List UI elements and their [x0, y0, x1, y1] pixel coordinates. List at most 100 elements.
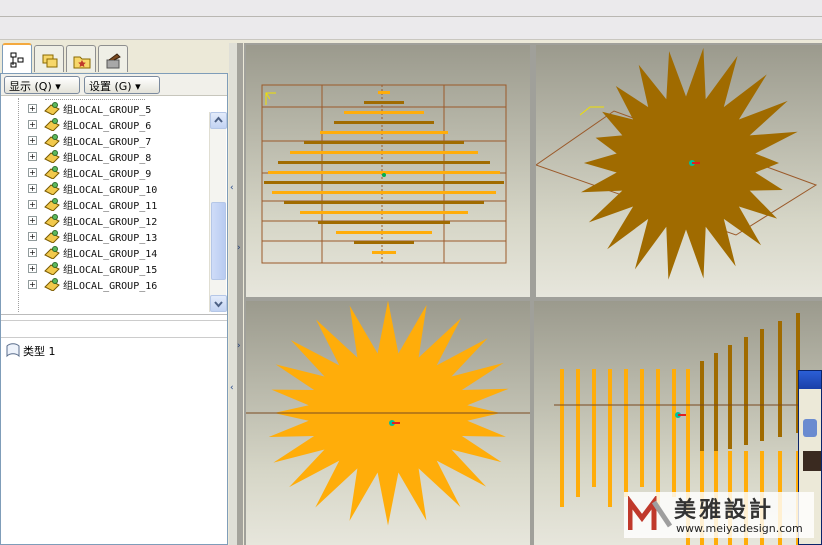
group-icon	[44, 278, 60, 291]
model-tree: + 组LOCAL_GROUP_5 + 组LOCAL_GROUP_6 + 组LOCAL_GR…	[1, 98, 209, 312]
tree-row[interactable]: + 组LOCAL_GROUP_8	[1, 148, 209, 164]
slice-bar-side	[760, 329, 764, 441]
slice-bar	[336, 231, 432, 234]
group-icon	[44, 262, 60, 275]
tree-item-label: 组LOCAL_GROUP_14	[63, 249, 158, 260]
expand-icon[interactable]: +	[28, 120, 37, 129]
viewport-isometric[interactable]	[536, 45, 822, 297]
tree-item-label: 组LOCAL_GROUP_5	[63, 105, 152, 116]
tab-favorites[interactable]	[66, 45, 96, 72]
group-icon	[44, 118, 60, 131]
slice-bar	[278, 161, 490, 164]
expand-icon[interactable]: +	[28, 264, 37, 273]
favorites-folder-icon	[73, 56, 91, 69]
tree-row[interactable]: + 组LOCAL_GROUP_5	[1, 100, 209, 116]
settings-dropdown[interactable]: 设置 (G) ▾	[84, 76, 160, 94]
slice-bar	[344, 111, 424, 114]
model-tree-icon	[10, 52, 24, 68]
logo-mark-icon	[628, 496, 673, 530]
expand-icon[interactable]: +	[28, 200, 37, 209]
slice-bar-side	[592, 369, 596, 487]
slice-bar	[364, 101, 404, 104]
expand-icon[interactable]: +	[28, 232, 37, 241]
graphics-sash[interactable]: › ›	[237, 43, 243, 545]
layer-label: 类型 1	[23, 345, 56, 358]
group-icon	[44, 198, 60, 211]
expand-icon[interactable]: +	[28, 184, 37, 193]
viewport-top[interactable]	[246, 301, 530, 545]
expand-right-icon[interactable]: ›	[237, 243, 241, 253]
viewport-front[interactable]	[246, 45, 530, 297]
slice-bar-side	[560, 369, 564, 507]
graphics-area[interactable]	[244, 43, 822, 545]
tab-model-tree[interactable]	[2, 43, 32, 73]
tree-row[interactable]: + 组LOCAL_GROUP_9	[1, 164, 209, 180]
slice-bar	[318, 221, 450, 224]
tree-row[interactable]: + 组LOCAL_GROUP_14	[1, 244, 209, 260]
scroll-thumb[interactable]	[211, 202, 226, 280]
tree-toolbar: 显示 (Q) ▾ 设置 (G) ▾	[1, 74, 227, 96]
slice-bar-side	[714, 353, 718, 453]
model-tree-panel: 显示 (Q) ▾ 设置 (G) ▾ + 组LOCAL_GROUP_5 + 组LOCAL…	[0, 73, 228, 545]
tree-item-label: 组LOCAL_GROUP_8	[63, 153, 152, 164]
tree-row[interactable]: + 组LOCAL_GROUP_7	[1, 132, 209, 148]
scroll-up-button[interactable]	[210, 112, 227, 129]
tree-row[interactable]: + 组LOCAL_GROUP_12	[1, 212, 209, 228]
watermark-brand: 美雅設計	[674, 498, 775, 523]
tree-row[interactable]: + 组LOCAL_GROUP_16	[1, 276, 209, 292]
expand-icon[interactable]: +	[28, 248, 37, 257]
layer-filter-bar[interactable]	[1, 320, 227, 338]
tab-tools[interactable]	[98, 45, 128, 72]
expand-right-icon-2[interactable]: ›	[237, 341, 241, 351]
tab-layers[interactable]	[34, 45, 64, 72]
panel-sash[interactable]: ‹ ‹	[229, 43, 237, 545]
avatar[interactable]	[803, 451, 821, 471]
tree-item-label: 组LOCAL_GROUP_12	[63, 217, 158, 228]
expand-icon[interactable]: +	[28, 168, 37, 177]
watermark-url: www.meiyadesign.com	[676, 522, 803, 535]
expand-icon[interactable]: +	[28, 104, 37, 113]
slice-bar-side	[672, 369, 676, 497]
tree-row[interactable]: + 组LOCAL_GROUP_11	[1, 196, 209, 212]
expand-icon[interactable]: +	[28, 136, 37, 145]
group-icon	[44, 246, 60, 259]
group-icon	[44, 182, 60, 195]
float-titlebar[interactable]	[799, 371, 821, 389]
slice-bar	[272, 191, 496, 194]
scroll-down-button[interactable]	[210, 295, 227, 312]
collapse-left-icon[interactable]: ‹	[230, 183, 234, 193]
slice-bar-side	[608, 369, 612, 507]
front-view-drawing	[261, 84, 507, 264]
contact-icon[interactable]	[803, 419, 817, 437]
slice-bar	[378, 91, 390, 94]
tree-item-label: 组LOCAL_GROUP_9	[63, 169, 152, 180]
slice-bar-side	[576, 369, 580, 497]
expand-icon[interactable]: +	[28, 216, 37, 225]
layers-icon	[42, 54, 58, 68]
slice-bar-side	[624, 369, 628, 497]
expand-icon[interactable]: +	[28, 280, 37, 289]
watermark-logo: 美雅設計 www.meiyadesign.com	[624, 492, 814, 538]
group-icon	[44, 102, 60, 115]
top-view-drawing	[246, 301, 530, 526]
tree-item-label: 组LOCAL_GROUP_15	[63, 265, 158, 276]
group-icon	[44, 166, 60, 179]
slice-bar	[354, 241, 414, 244]
top-toolbar-area	[0, 0, 822, 40]
collapse-left-icon-2[interactable]: ‹	[230, 383, 234, 393]
tools-icon	[106, 53, 121, 69]
group-icon	[44, 214, 60, 227]
tree-row[interactable]: + 组LOCAL_GROUP_13	[1, 228, 209, 244]
navigator-tabs	[0, 43, 230, 73]
expand-icon[interactable]: +	[28, 152, 37, 161]
tree-row[interactable]: + 组LOCAL_GROUP_10	[1, 180, 209, 196]
tree-row[interactable]: + 组LOCAL_GROUP_6	[1, 116, 209, 132]
tree-item-label: 组LOCAL_GROUP_7	[63, 137, 152, 148]
group-icon	[44, 230, 60, 243]
slice-bar	[304, 141, 464, 144]
tree-row[interactable]: + 组LOCAL_GROUP_15	[1, 260, 209, 276]
tree-scrollbar[interactable]	[209, 112, 227, 312]
tree-item-label: 组LOCAL_GROUP_16	[63, 281, 158, 292]
layer-icon	[6, 343, 20, 358]
show-dropdown[interactable]: 显示 (Q) ▾	[4, 76, 80, 94]
